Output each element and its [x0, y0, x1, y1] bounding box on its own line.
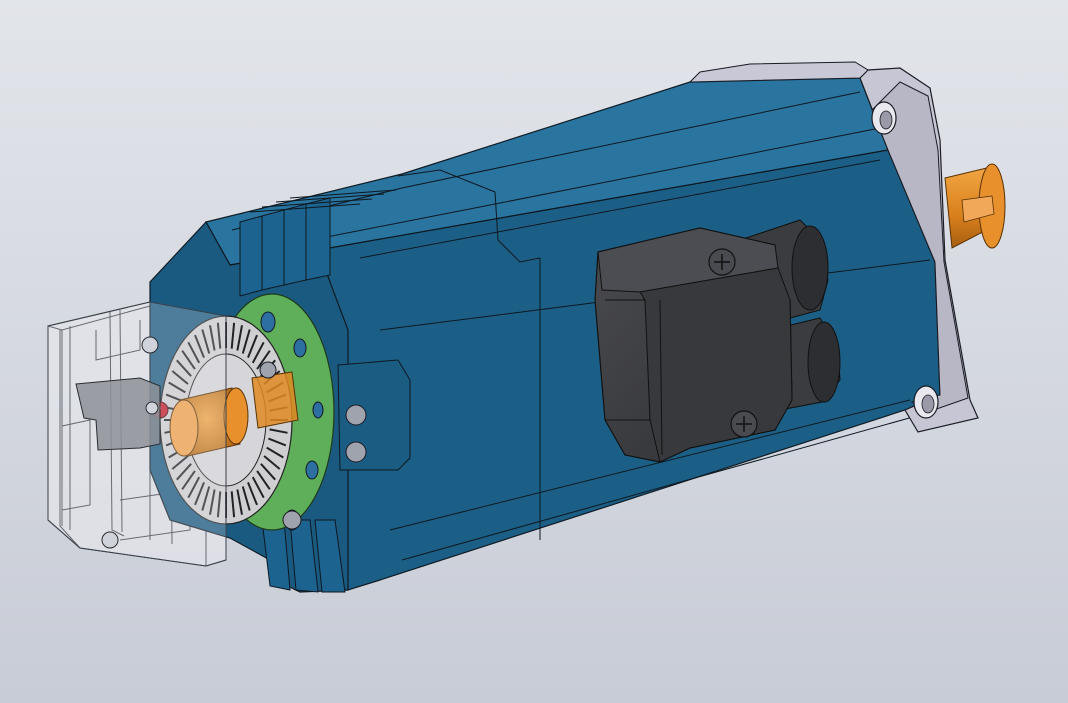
cad-viewport[interactable]	[0, 0, 1068, 703]
output-shaft	[944, 163, 1006, 249]
flange-bolt-hole-top-inner	[879, 110, 893, 130]
encoder-cover-front	[47, 301, 227, 567]
servo-motor-model	[0, 0, 1068, 703]
flange-bolt-hole-bottom-inner	[921, 394, 935, 414]
